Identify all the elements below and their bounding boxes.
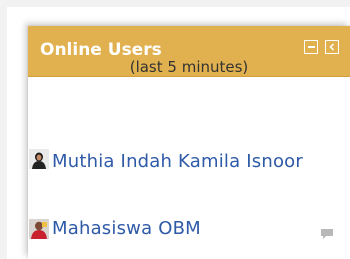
- chevron-left-icon: [329, 43, 335, 51]
- speech-bubble-icon[interactable]: [320, 228, 334, 240]
- minus-box-icon[interactable]: [304, 40, 318, 54]
- subtitle: (last 5 minutes): [129, 58, 249, 76]
- user-link-2[interactable]: Mahasiswa OBM: [52, 218, 201, 240]
- user-avatar-icon[interactable]: [29, 219, 49, 239]
- block-title: Online Users: [40, 40, 162, 60]
- user-name[interactable]: Mahasiswa OBM: [52, 218, 201, 239]
- user-link-1[interactable]: Muthia Indah Kamila Isnoor: [28, 148, 328, 176]
- user-name[interactable]: Muthia Indah Kamila Isnoor: [52, 151, 303, 172]
- chevron-left-box-icon[interactable]: [325, 40, 339, 54]
